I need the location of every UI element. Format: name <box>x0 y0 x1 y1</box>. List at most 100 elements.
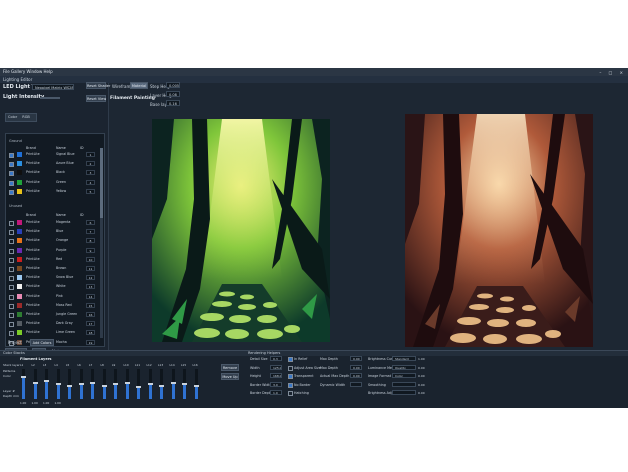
row-checkbox[interactable] <box>9 221 14 226</box>
row-id[interactable]: 9 <box>86 247 95 253</box>
row-id[interactable]: 17 <box>86 321 95 327</box>
slider-knob[interactable] <box>55 383 61 385</box>
color-swatch[interactable] <box>17 330 22 336</box>
reset-shader-button[interactable]: Reset Shader <box>86 82 110 89</box>
row-checkbox[interactable] <box>9 230 14 236</box>
list-item[interactable]: PrintLite Jungle Green 16 <box>6 310 98 319</box>
color-swatch[interactable] <box>17 152 22 157</box>
row-id[interactable]: 6 <box>86 220 95 225</box>
helper-checkbox[interactable] <box>288 374 293 379</box>
helper-field[interactable]: 125.00 <box>270 364 282 370</box>
list-item[interactable]: PrintLite Green 4 <box>6 178 98 187</box>
row-id[interactable]: 15 <box>86 302 95 308</box>
slider-knob[interactable] <box>136 386 141 388</box>
slider-knob[interactable] <box>147 383 153 385</box>
list-item[interactable]: PrintLite Black 3 <box>6 168 98 177</box>
row-id[interactable]: 7 <box>86 229 95 235</box>
color-swatch[interactable] <box>17 229 22 235</box>
column-header[interactable]: Brand <box>26 213 36 217</box>
row-id[interactable]: 5 <box>86 188 95 194</box>
slider-knob[interactable] <box>90 381 95 384</box>
list-item[interactable]: PrintLite Signal Blue 1 <box>6 150 98 159</box>
color-swatch[interactable] <box>17 321 22 327</box>
row-id[interactable]: 12 <box>86 275 95 281</box>
slider-knob[interactable] <box>44 380 49 382</box>
row-id[interactable]: 8 <box>86 238 95 244</box>
list-item[interactable]: PrintLite Moss Red 15 <box>6 301 98 310</box>
row-checkbox[interactable] <box>9 267 14 272</box>
base-layer-field[interactable]: 0.16 <box>166 100 180 106</box>
color-swatch[interactable] <box>17 312 22 317</box>
list-item[interactable]: PrintLite Lime Green 18 <box>6 328 98 337</box>
layer-slider[interactable] <box>55 369 61 399</box>
reset-view-button[interactable]: Reset View <box>86 95 106 102</box>
slider-knob[interactable] <box>78 383 84 385</box>
row-id[interactable]: 19 <box>86 339 95 345</box>
row-id[interactable]: 14 <box>86 293 95 299</box>
slider-knob[interactable] <box>21 375 26 378</box>
layer-height-field[interactable]: 0.08 <box>166 91 180 97</box>
row-checkbox[interactable] <box>9 248 14 254</box>
tab-rgb[interactable]: RGB <box>22 115 30 119</box>
color-swatch[interactable] <box>17 293 22 299</box>
list-item[interactable]: PrintLite Red 10 <box>6 255 98 264</box>
list-item[interactable]: PrintLite Azure Blue 2 <box>6 159 98 168</box>
slider-knob[interactable] <box>193 384 199 387</box>
helper-checkbox[interactable] <box>288 357 293 362</box>
layer-slider[interactable] <box>21 369 26 399</box>
color-swatch[interactable] <box>17 220 22 225</box>
row-checkbox[interactable] <box>9 171 14 177</box>
color-swatch[interactable] <box>17 302 22 308</box>
slider-knob[interactable] <box>32 381 38 384</box>
color-swatch[interactable] <box>17 284 22 290</box>
slider-knob[interactable] <box>124 381 130 384</box>
helper-checkbox[interactable] <box>288 365 293 371</box>
slider-knob[interactable] <box>67 384 72 387</box>
helper-select[interactable] <box>392 390 416 395</box>
row-checkbox[interactable] <box>9 180 14 186</box>
column-header[interactable]: Name <box>56 213 66 217</box>
layer-slider[interactable] <box>124 369 130 399</box>
list-item[interactable]: PrintLite Orange 8 <box>6 236 98 245</box>
helper-field[interactable]: 0.00 <box>350 373 362 378</box>
row-checkbox[interactable] <box>9 239 14 245</box>
layer-slider[interactable] <box>78 369 84 399</box>
list-item[interactable]: PrintLite Yellow 5 <box>6 187 98 196</box>
column-header[interactable]: ID <box>80 213 84 217</box>
layer-slider[interactable] <box>136 369 141 399</box>
color-swatch[interactable] <box>17 275 22 281</box>
layer-slider[interactable] <box>44 369 49 399</box>
intensity-slider[interactable] <box>40 97 60 99</box>
helper-checkbox[interactable] <box>288 382 293 388</box>
layer-slider[interactable] <box>67 369 72 399</box>
helper-field[interactable] <box>350 381 362 387</box>
helper-field[interactable]: 0.00 <box>350 364 362 370</box>
list-item[interactable]: PrintLite Snow Blue 12 <box>6 273 98 282</box>
list-item[interactable]: PrintLite Purple 9 <box>6 246 98 255</box>
helper-field[interactable]: 0.3 <box>270 356 282 361</box>
helper-select[interactable] <box>392 381 416 387</box>
layer-slider[interactable] <box>170 369 176 399</box>
color-swatch[interactable] <box>17 256 22 262</box>
remove-button[interactable]: Remove <box>221 364 239 371</box>
row-checkbox[interactable] <box>9 189 14 195</box>
helper-field[interactable]: 0.90 <box>350 356 362 361</box>
row-checkbox[interactable] <box>9 313 14 318</box>
color-swatch[interactable] <box>17 266 22 271</box>
layer-slider[interactable] <box>113 369 118 399</box>
helper-select[interactable]: Color <box>392 373 416 378</box>
helper-select[interactable]: Quality <box>392 364 416 370</box>
list-item[interactable]: PrintLite Brown 11 <box>6 264 98 273</box>
slider-knob[interactable] <box>159 384 164 387</box>
color-swatch[interactable] <box>17 188 22 194</box>
layer-slider[interactable] <box>90 369 95 399</box>
layer-slider[interactable] <box>101 369 107 399</box>
row-id[interactable]: 4 <box>86 179 95 185</box>
row-checkbox[interactable] <box>9 322 14 328</box>
layer-slider[interactable] <box>147 369 153 399</box>
row-checkbox[interactable] <box>9 276 14 282</box>
row-checkbox[interactable] <box>9 257 14 263</box>
layer-slider[interactable] <box>32 369 38 399</box>
helper-field[interactable]: 3.0 <box>270 381 282 387</box>
row-checkbox[interactable] <box>9 331 14 337</box>
